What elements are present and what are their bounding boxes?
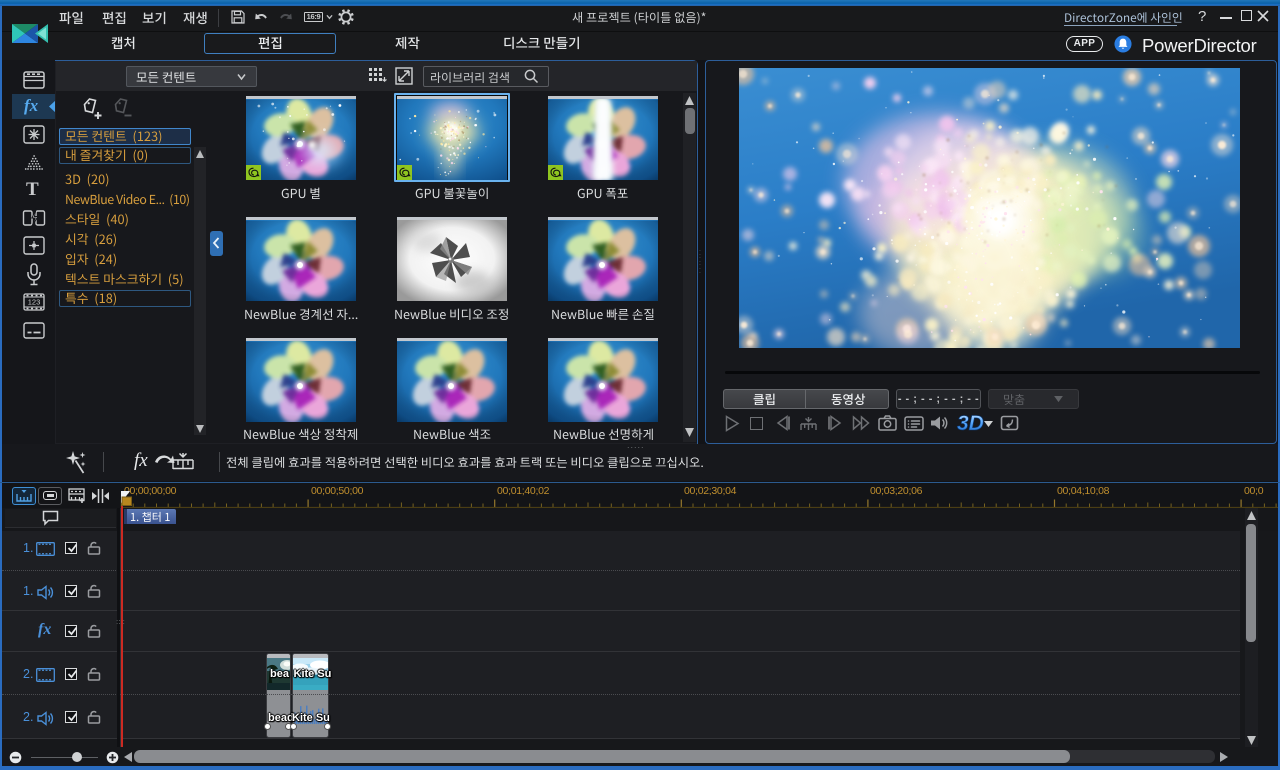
svg-text:3D: 3D [957, 412, 984, 435]
svg-text:123: 123 [28, 298, 41, 307]
